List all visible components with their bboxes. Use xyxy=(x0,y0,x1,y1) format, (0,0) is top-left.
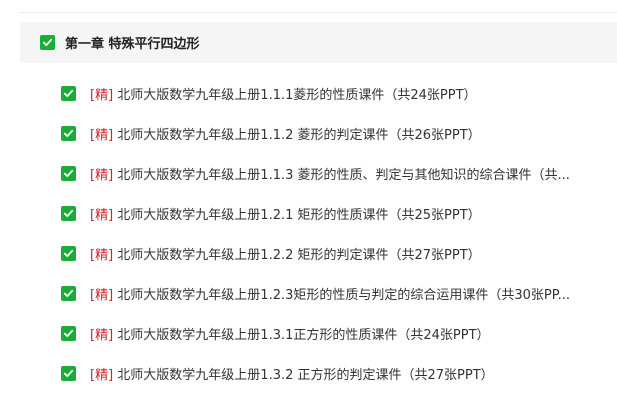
list-item: [精] 北师大版数学九年级上册1.2.3矩形的性质与判定的综合运用课件（共30张… xyxy=(0,273,617,313)
item-checkbox[interactable] xyxy=(61,325,76,341)
item-checkbox[interactable] xyxy=(61,205,76,221)
item-title-link[interactable]: [精] 北师大版数学九年级上册1.1.2 菱形的判定课件（共26张PPT） xyxy=(90,124,603,143)
check-icon xyxy=(42,38,53,46)
list-item: [精] 北师大版数学九年级上册1.1.3 菱形的性质、判定与其他知识的综合课件（… xyxy=(0,153,617,193)
item-checkbox[interactable] xyxy=(61,125,76,141)
item-title-link[interactable]: [精] 北师大版数学九年级上册1.3.1正方形的性质课件（共24张PPT） xyxy=(90,324,603,343)
featured-tag: [精] xyxy=(90,87,114,103)
check-icon xyxy=(63,289,74,297)
check-icon xyxy=(63,249,74,257)
featured-tag: [精] xyxy=(90,287,114,303)
item-title: 北师大版数学九年级上册1.3.2 正方形的判定课件（共27张PPT） xyxy=(117,367,494,383)
list-item: [精] 北师大版数学九年级上册1.3.2 正方形的判定课件（共27张PPT） xyxy=(0,353,617,393)
list-item: [精] 北师大版数学九年级上册1.2.2 矩形的判定课件（共27张PPT） xyxy=(0,233,617,273)
item-checkbox[interactable] xyxy=(61,365,76,381)
item-title: 北师大版数学九年级上册1.2.2 矩形的判定课件（共27张PPT） xyxy=(117,247,481,263)
item-title: 北师大版数学九年级上册1.1.2 菱形的判定课件（共26张PPT） xyxy=(117,127,481,143)
featured-tag: [精] xyxy=(90,207,114,223)
check-icon xyxy=(63,209,74,217)
list-item: [精] 北师大版数学九年级上册1.3.1正方形的性质课件（共24张PPT） xyxy=(0,313,617,353)
list-item: [精] 北师大版数学九年级上册1.1.2 菱形的判定课件（共26张PPT） xyxy=(0,113,617,153)
item-checkbox[interactable] xyxy=(61,245,76,261)
item-title-link[interactable]: [精] 北师大版数学九年级上册1.1.3 菱形的性质、判定与其他知识的综合课件（… xyxy=(90,164,603,183)
item-checkbox[interactable] xyxy=(61,165,76,181)
list-item: [精] 北师大版数学九年级上册1.2.1 矩形的性质课件（共25张PPT） xyxy=(0,193,617,233)
list-item: [精] 北师大版数学九年级上册1.1.1菱形的性质课件（共24张PPT） xyxy=(0,73,617,113)
item-title: 北师大版数学九年级上册1.1.1菱形的性质课件（共24张PPT） xyxy=(117,87,477,103)
chapter-title: 第一章 特殊平行四边形 xyxy=(65,37,200,52)
item-title-link[interactable]: [精] 北师大版数学九年级上册1.2.2 矩形的判定课件（共27张PPT） xyxy=(90,244,603,263)
featured-tag: [精] xyxy=(90,127,114,143)
item-title-link[interactable]: [精] 北师大版数学九年级上册1.3.2 正方形的判定课件（共27张PPT） xyxy=(90,364,603,383)
check-icon xyxy=(63,129,74,137)
featured-tag: [精] xyxy=(90,167,114,183)
item-title-link[interactable]: [精] 北师大版数学九年级上册1.2.3矩形的性质与判定的综合运用课件（共30张… xyxy=(90,284,603,303)
item-checkbox[interactable] xyxy=(61,285,76,301)
item-title: 北师大版数学九年级上册1.1.3 菱形的性质、判定与其他知识的综合课件（共... xyxy=(117,167,570,183)
check-icon xyxy=(63,89,74,97)
check-icon xyxy=(63,169,74,177)
item-title-link[interactable]: [精] 北师大版数学九年级上册1.1.1菱形的性质课件（共24张PPT） xyxy=(90,84,603,103)
chapter-checkbox[interactable] xyxy=(40,35,55,50)
chapter-header: 第一章 特殊平行四边形 xyxy=(20,22,617,63)
item-title: 北师大版数学九年级上册1.2.1 矩形的性质课件（共25张PPT） xyxy=(117,207,481,223)
featured-tag: [精] xyxy=(90,327,114,343)
check-icon xyxy=(63,329,74,337)
check-icon xyxy=(63,369,74,377)
top-divider xyxy=(20,12,617,13)
item-title: 北师大版数学九年级上册1.2.3矩形的性质与判定的综合运用课件（共30张PP..… xyxy=(117,287,570,303)
item-checkbox[interactable] xyxy=(61,85,76,101)
featured-tag: [精] xyxy=(90,247,114,263)
item-title-link[interactable]: [精] 北师大版数学九年级上册1.2.1 矩形的性质课件（共25张PPT） xyxy=(90,204,603,223)
item-title: 北师大版数学九年级上册1.3.1正方形的性质课件（共24张PPT） xyxy=(117,327,490,343)
featured-tag: [精] xyxy=(90,367,114,383)
lesson-list: [精] 北师大版数学九年级上册1.1.1菱形的性质课件（共24张PPT） [精]… xyxy=(0,73,617,393)
